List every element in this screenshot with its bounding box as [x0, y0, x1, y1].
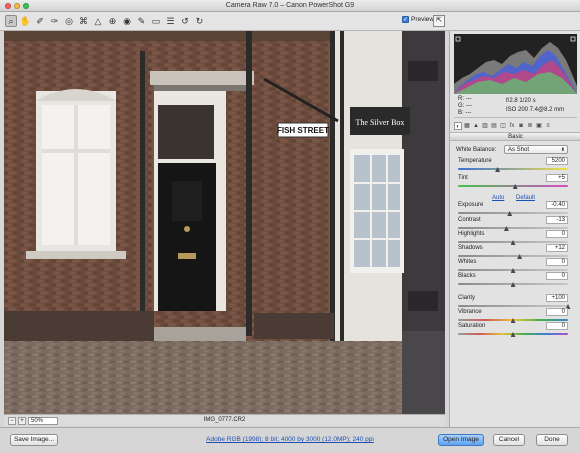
shadows-label: Shadows: [458, 245, 483, 251]
tab-hsl-icon[interactable]: ▥: [481, 122, 489, 130]
histogram: [454, 34, 577, 94]
bottom-bar: Save Image... Adobe RGB (1998); 8 bit; 4…: [0, 427, 580, 453]
open-image-button[interactable]: Open Image: [438, 434, 484, 446]
zoom-tool-icon[interactable]: ⌕: [5, 15, 17, 27]
fullscreen-toggle-icon[interactable]: ⇱: [433, 15, 445, 27]
tab-tone-curve-icon[interactable]: ▦: [463, 122, 471, 130]
blacks-value-field[interactable]: 0: [546, 272, 568, 280]
whites-value-field[interactable]: 0: [546, 258, 568, 266]
tab-effects-icon[interactable]: fx: [508, 122, 516, 130]
blacks-label: Blacks: [458, 273, 476, 279]
whites-label: Whites: [458, 259, 477, 265]
tab-basic-icon[interactable]: ◐: [454, 122, 462, 130]
highlights-value-field[interactable]: 0: [546, 230, 568, 238]
minimize-window-button[interactable]: [14, 3, 20, 9]
preferences-icon[interactable]: ☰: [165, 15, 177, 27]
white-balance-value: As Shot: [508, 147, 530, 153]
adjustments-panel: R: --- G: --- B: --- f/2.8 1/20 s ISO 20…: [449, 31, 580, 427]
tab-snapshots-icon[interactable]: ▣: [535, 122, 543, 130]
clarity-slider-track[interactable]: [458, 305, 568, 307]
adjustment-brush-icon[interactable]: ✎: [136, 15, 148, 27]
panel-title: Basic: [450, 132, 580, 141]
rotate-left-icon[interactable]: ↺: [179, 15, 191, 27]
red-eye-tool-icon[interactable]: ◉: [121, 15, 133, 27]
highlights-label: Highlights: [458, 231, 485, 237]
temperature-slider-track[interactable]: [458, 168, 568, 170]
saturation-label: Saturation: [458, 323, 486, 329]
saturation-value-field[interactable]: 0: [546, 322, 568, 330]
preview-label: Preview: [411, 16, 435, 23]
photo-canvas: FISH STREET The Silver Box: [4, 31, 445, 414]
shadows-value-field[interactable]: +12: [546, 244, 568, 252]
clarity-value-field[interactable]: +100: [546, 294, 568, 302]
exposure-info: f/2.8 1/20 s: [506, 98, 536, 104]
tab-split-toning-icon[interactable]: ▤: [490, 122, 498, 130]
spot-removal-tool-icon[interactable]: ⊕: [107, 15, 119, 27]
hand-tool-icon[interactable]: ✋: [20, 15, 32, 27]
tint-label: Tint: [458, 175, 468, 181]
rotate-right-icon[interactable]: ↻: [194, 15, 206, 27]
exposure-label: Exposure: [458, 202, 484, 208]
auto-link[interactable]: Auto: [492, 195, 504, 201]
window-controls: [5, 3, 29, 9]
targeted-adjustment-tool-icon[interactable]: ◎: [63, 15, 75, 27]
exposure-value-field[interactable]: -0.40: [546, 201, 568, 209]
default-link[interactable]: Default: [516, 195, 535, 201]
blue-value: B: ---: [458, 110, 472, 116]
tab-detail-icon[interactable]: ▲: [472, 122, 480, 130]
tab-presets-icon[interactable]: ≣: [526, 122, 534, 130]
white-balance-select[interactable]: As Shot ⬍: [504, 145, 568, 154]
temperature-label: Temperature: [458, 158, 492, 164]
contrast-label: Contrast: [458, 217, 481, 223]
crop-tool-icon[interactable]: ⌘: [78, 15, 90, 27]
tab-lens-icon[interactable]: ◫: [499, 122, 507, 130]
white-balance-label: White Balance:: [456, 147, 497, 153]
exposure-slider-track[interactable]: [458, 212, 568, 214]
tool-bar: ⌕ ✋ ✐ ✑ ◎ ⌘ △ ⊕ ◉ ✎ ▭ ☰ ↺ ↻ ✓ Preview ⇱: [0, 12, 580, 31]
close-window-button[interactable]: [5, 3, 11, 9]
tint-value-field[interactable]: +5: [546, 174, 568, 182]
color-sampler-tool-icon[interactable]: ✑: [49, 15, 61, 27]
dropdown-chevron-icon: ⬍: [560, 147, 565, 153]
iso-info: ISO 200 7.4@8.2 mm: [506, 107, 565, 113]
image-preview[interactable]: FISH STREET The Silver Box: [4, 31, 445, 414]
panel-menu-icon[interactable]: ≡: [544, 122, 552, 130]
file-name: IMG_0777.CR2: [203, 417, 246, 423]
red-value: R: ---: [458, 96, 472, 102]
cancel-button[interactable]: Cancel: [493, 434, 525, 446]
graduated-filter-icon[interactable]: ▭: [150, 15, 162, 27]
vibrance-label: Vibrance: [458, 309, 482, 315]
status-bar: − + 50% IMG_0777.CR2: [4, 414, 445, 426]
preview-toggle[interactable]: ✓ Preview: [402, 16, 434, 23]
green-value: G: ---: [458, 103, 472, 109]
clarity-label: Clarity: [458, 295, 476, 301]
shadows-slider-track[interactable]: [458, 255, 568, 257]
histogram-graph: [454, 36, 577, 94]
shop-sign-text: The Silver Box: [356, 118, 405, 127]
done-button[interactable]: Done: [536, 434, 568, 446]
tint-slider-track[interactable]: [458, 185, 568, 187]
straighten-tool-icon[interactable]: △: [92, 15, 104, 27]
vibrance-value-field[interactable]: 0: [546, 308, 568, 316]
preview-checkbox[interactable]: ✓: [402, 16, 409, 23]
panel-tabs: ◐ ▦ ▲ ▥ ▤ ◫ fx ◙ ≣ ▣ ≡: [450, 121, 580, 131]
window-title: Camera Raw 7.0 – Canon PowerShot G9: [225, 2, 355, 9]
white-balance-tool-icon[interactable]: ✐: [34, 15, 46, 27]
temperature-value-field[interactable]: 5200: [546, 157, 568, 165]
zoom-window-button[interactable]: [23, 3, 29, 9]
pixel-readout: R: --- G: --- B: --- f/2.8 1/20 s ISO 20…: [454, 96, 577, 118]
contrast-slider-track[interactable]: [458, 227, 568, 229]
street-sign-text: FISH STREET: [277, 126, 329, 135]
tab-camera-calibration-icon[interactable]: ◙: [517, 122, 525, 130]
contrast-value-field[interactable]: -13: [546, 216, 568, 224]
title-bar: Camera Raw 7.0 – Canon PowerShot G9: [0, 0, 580, 12]
